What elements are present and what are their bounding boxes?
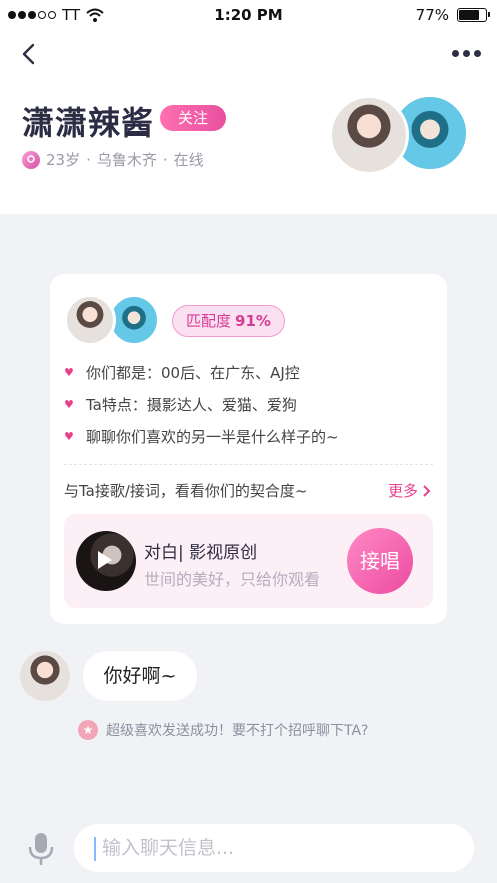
play-icon[interactable] [98, 551, 112, 569]
system-notice: ★ 超级喜欢发送成功！要不打个招呼聊下TA? [78, 720, 368, 740]
battery-status: 77% [415, 6, 490, 24]
profile-avatar-small [64, 294, 116, 346]
trait-item[interactable]: ♥ 聊聊你们喜欢的另一半是什么样子的~ [64, 426, 339, 447]
female-gender-icon [22, 150, 40, 169]
battery-percent: 77% [415, 6, 449, 24]
chat-bubble: 你好啊~ [83, 651, 197, 701]
star-icon: ★ [78, 720, 98, 740]
more-link[interactable]: 更多 [388, 480, 431, 501]
profile-avatar[interactable] [329, 95, 409, 175]
message-input[interactable]: 输入聊天信息... [74, 824, 474, 872]
trait-text: Ta特点：摄影达人、爱猫、爱狗 [86, 396, 297, 414]
more-label: 更多 [387, 482, 418, 500]
trait-text: 你们都是：00后、在广东、AJ控 [86, 364, 300, 382]
song-title: 对白| 影视原创 [144, 543, 258, 563]
meta-separator: · [162, 150, 168, 169]
match-avatars [329, 94, 469, 177]
match-value: 91% [235, 312, 271, 330]
sing-along-button[interactable]: 接唱 [347, 528, 413, 594]
profile-age: 23岁 [46, 151, 81, 169]
input-bar: 输入聊天信息... [0, 818, 497, 883]
trait-item: ♥ 你们都是：00后、在广东、AJ控 [64, 362, 300, 383]
text-caret [94, 836, 96, 861]
divider [64, 464, 433, 465]
heart-icon: ♥ [64, 429, 74, 443]
input-placeholder: 输入聊天信息... [102, 837, 235, 859]
match-score-badge: 匹配度 91% [172, 305, 285, 337]
chevron-right-icon [423, 484, 431, 497]
status-bar: TT 1:20 PM 77% [0, 0, 497, 30]
trait-item: ♥ Ta特点：摄影达人、爱猫、爱狗 [64, 394, 297, 415]
chat-avatar[interactable] [20, 651, 70, 701]
meta-separator: · [86, 150, 91, 169]
profile-name: 潇潇辣酱 [22, 104, 155, 142]
notice-text: 超级喜欢发送成功！要不打个招呼聊下TA? [106, 723, 369, 739]
song-cover[interactable] [76, 531, 136, 591]
back-icon[interactable] [18, 42, 42, 66]
heart-icon: ♥ [64, 365, 74, 379]
profile-location: 乌鲁木齐 [96, 151, 157, 169]
online-status: 在线 [173, 151, 204, 169]
battery-icon [457, 8, 490, 22]
more-options-icon[interactable] [452, 50, 481, 57]
duet-prompt: 与Ta接歌/接词，看看你们的契合度~ [64, 482, 308, 500]
follow-button[interactable]: 关注 [160, 105, 226, 131]
match-label: 匹配度 [186, 312, 232, 330]
song-card[interactable]: 对白| 影视原创 世间的美好，只给你观看 接唱 [64, 514, 433, 608]
trait-text: 聊聊你们喜欢的另一半是什么样子的~ [86, 428, 339, 446]
profile-header: 潇潇辣酱 关注 23岁 · 乌鲁木齐 · 在线 [0, 30, 497, 214]
profile-meta: 23岁 · 乌鲁木齐 · 在线 [22, 149, 204, 170]
microphone-icon[interactable] [26, 831, 56, 867]
match-card: 匹配度 91% ♥ 你们都是：00后、在广东、AJ控 ♥ Ta特点：摄影达人、爱猫… [50, 274, 447, 624]
card-avatars [64, 294, 164, 346]
heart-icon: ♥ [64, 397, 74, 411]
song-subtitle: 世间的美好，只给你观看 [144, 570, 321, 589]
